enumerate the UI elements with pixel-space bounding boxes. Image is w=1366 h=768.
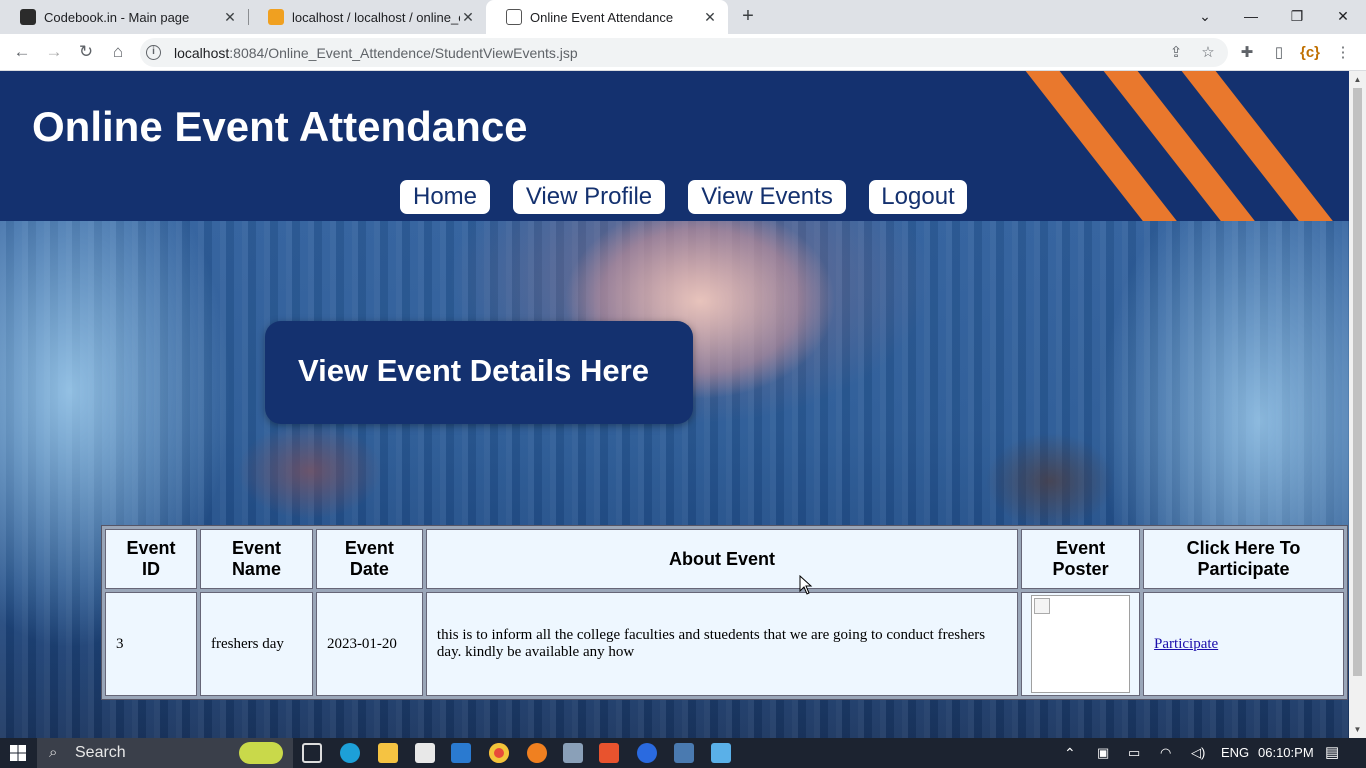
- event-details-heading-card: View Event Details Here: [265, 321, 693, 424]
- reload-icon[interactable]: ↻: [74, 40, 98, 64]
- menu-kebab-icon[interactable]: ⋮: [1334, 44, 1352, 62]
- page-favicon-icon: [506, 9, 522, 25]
- restore-icon[interactable]: ❐: [1274, 0, 1320, 34]
- column-header: Event Date: [315, 529, 423, 589]
- app-icon[interactable]: [674, 743, 694, 763]
- scroll-down-arrow-icon[interactable]: ▼: [1349, 721, 1366, 738]
- event-poster-image: [1031, 595, 1131, 693]
- close-tab-icon[interactable]: ✕: [460, 9, 476, 26]
- edge-browser-icon[interactable]: [340, 743, 360, 763]
- codebook-favicon-icon: [20, 9, 36, 25]
- site-header: Online Event Attendance Home View Profil…: [0, 71, 1349, 221]
- extensions-puzzle-icon[interactable]: ✚: [1238, 44, 1256, 62]
- battery-icon[interactable]: ▭: [1128, 738, 1140, 768]
- browser-tab-strip: Codebook.in - Main page ✕ localhost / lo…: [0, 0, 1366, 34]
- minimize-icon[interactable]: —: [1228, 0, 1274, 34]
- scrollbar-thumb[interactable]: [1353, 88, 1362, 676]
- app-icon[interactable]: [637, 743, 657, 763]
- column-header: Click Here To Participate: [1143, 529, 1344, 589]
- event-id-cell: 3: [105, 592, 197, 696]
- site-info-icon[interactable]: i: [146, 45, 161, 60]
- app-icon[interactable]: [563, 743, 583, 763]
- column-header: Event ID: [105, 529, 197, 589]
- clock[interactable]: 06:10:PM: [1258, 738, 1314, 768]
- nav-logout-button[interactable]: Logout: [869, 180, 967, 214]
- close-window-icon[interactable]: ✕: [1320, 0, 1366, 34]
- event-details-heading: View Event Details Here: [298, 353, 649, 388]
- page-scrollbar[interactable]: ▲ ▼: [1349, 71, 1366, 738]
- table-row: 3 freshers day 2023-01-20 this is to inf…: [105, 592, 1344, 696]
- phpmyadmin-favicon-icon: [268, 9, 284, 25]
- forward-arrow-icon[interactable]: →: [42, 40, 66, 64]
- scroll-up-arrow-icon[interactable]: ▲: [1349, 71, 1366, 88]
- nav-home-button[interactable]: Home: [400, 180, 490, 214]
- home-icon[interactable]: ⌂: [106, 40, 130, 64]
- url-host: localhost: [174, 45, 230, 61]
- site-title: Online Event Attendance: [32, 103, 528, 150]
- new-tab-plus-icon[interactable]: +: [737, 5, 759, 27]
- windows-taskbar: ⌕ Search ⌃ ▣ ▭ ◠ ◁) ENG 06:10:PM ▤: [0, 738, 1366, 768]
- browser-toolbar: ← → ↻ ⌂ i localhost:8084/Online_Event_At…: [0, 34, 1366, 71]
- tray-device-icon[interactable]: ▣: [1097, 738, 1109, 768]
- url-path: :8084/Online_Event_Attendence/StudentVie…: [229, 45, 578, 61]
- wifi-icon[interactable]: ◠: [1160, 738, 1171, 768]
- taskbar-search-box[interactable]: ⌕ Search: [37, 738, 293, 768]
- event-about-cell: this is to inform all the college facult…: [425, 592, 1019, 696]
- tab-phpmyadmin[interactable]: localhost / localhost / online_eve ✕: [248, 0, 486, 34]
- event-name-cell: freshers day: [199, 592, 313, 696]
- broken-image-icon: [1034, 598, 1051, 614]
- table-header-row: Event ID Event Name Event Date About Eve…: [105, 529, 1344, 589]
- close-tab-icon[interactable]: ✕: [702, 9, 718, 26]
- event-poster-cell: [1021, 592, 1141, 696]
- address-bar[interactable]: i localhost:8084/Online_Event_Attendence…: [140, 38, 1228, 67]
- column-header: Event Name: [199, 529, 313, 589]
- show-hidden-icons-chevron-icon[interactable]: ⌃: [1064, 738, 1076, 768]
- column-header: About Event: [425, 529, 1019, 589]
- taskbar-search-label: Search: [75, 744, 126, 761]
- notifications-icon[interactable]: ▤: [1325, 738, 1339, 768]
- column-header: Event Poster: [1021, 529, 1141, 589]
- language-indicator[interactable]: ENG: [1221, 738, 1249, 768]
- search-highlight-tennis-icon: [239, 742, 283, 764]
- nav-view-profile-button[interactable]: View Profile: [513, 180, 665, 214]
- participate-link[interactable]: Participate: [1154, 636, 1218, 652]
- events-table: Event ID Event Name Event Date About Eve…: [101, 525, 1348, 700]
- app-icon[interactable]: [415, 743, 435, 763]
- page-viewport: Online Event Attendance Home View Profil…: [0, 71, 1349, 738]
- back-arrow-icon[interactable]: ←: [10, 40, 34, 64]
- event-date-cell: 2023-01-20: [315, 592, 423, 696]
- participate-cell: Participate: [1143, 592, 1344, 696]
- volume-icon[interactable]: ◁): [1191, 738, 1205, 768]
- search-icon: ⌕: [49, 744, 58, 761]
- mouse-cursor-icon: [799, 575, 813, 595]
- codebook-extension-icon[interactable]: {c}: [1300, 44, 1320, 62]
- task-view-icon[interactable]: [302, 743, 322, 763]
- nav-view-events-button[interactable]: View Events: [688, 180, 846, 214]
- vscode-icon[interactable]: [451, 743, 471, 763]
- close-tab-icon[interactable]: ✕: [222, 9, 238, 26]
- chrome-icon[interactable]: [489, 743, 509, 763]
- bookmark-star-icon[interactable]: ☆: [1199, 44, 1217, 62]
- brave-browser-icon[interactable]: [599, 743, 619, 763]
- tab-title: Codebook.in - Main page: [44, 9, 190, 25]
- tab-title: Online Event Attendance: [530, 9, 674, 25]
- file-explorer-icon[interactable]: [378, 743, 398, 763]
- share-icon[interactable]: ⇪: [1167, 44, 1185, 62]
- tab-codebook[interactable]: Codebook.in - Main page ✕: [0, 0, 248, 34]
- app-icon[interactable]: [711, 743, 731, 763]
- url-text[interactable]: localhost:8084/Online_Event_Attendence/S…: [174, 45, 578, 61]
- search-tool-icon[interactable]: [527, 743, 547, 763]
- tab-search-chevron-down-icon[interactable]: ⌄: [1182, 0, 1228, 34]
- windows-start-icon[interactable]: [10, 745, 26, 761]
- tab-title: localhost / localhost / online_eve: [292, 9, 460, 25]
- side-panel-icon[interactable]: ▯: [1270, 44, 1288, 62]
- tab-online-event-attendance[interactable]: Online Event Attendance ✕: [486, 0, 728, 34]
